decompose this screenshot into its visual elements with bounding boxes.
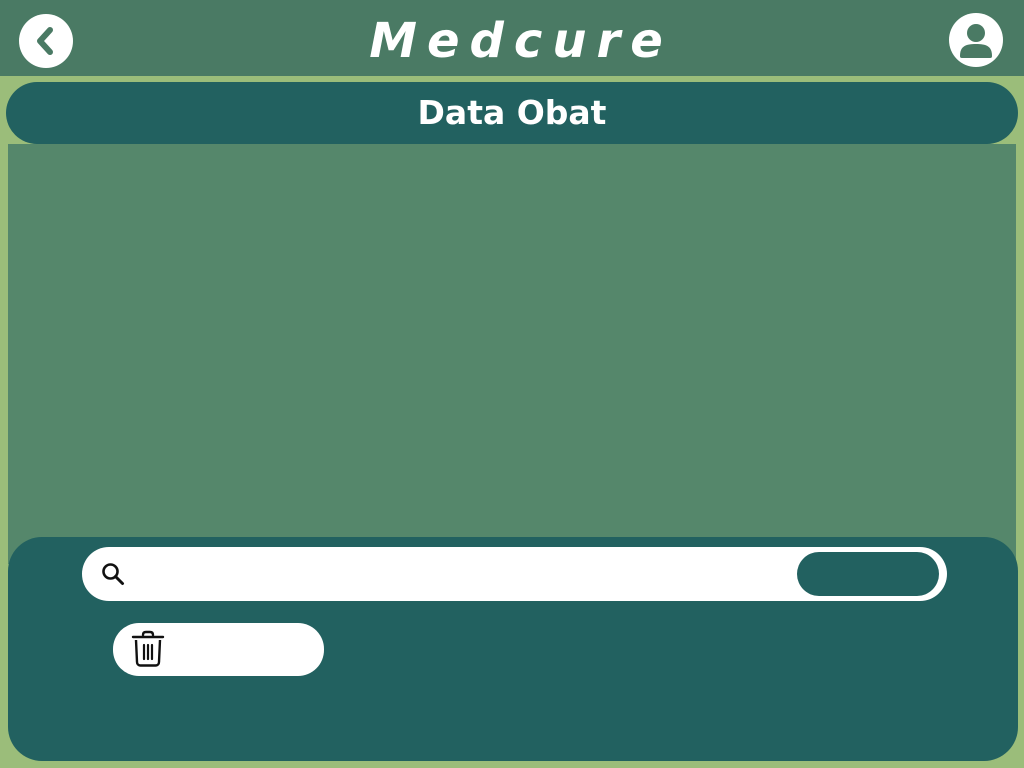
delete-button[interactable] — [113, 623, 324, 676]
search-button[interactable] — [797, 552, 939, 596]
data-list-area — [8, 144, 1016, 564]
top-bar: Medcure — [0, 0, 1024, 76]
app-screen: Medcure Data Obat — [0, 0, 1024, 768]
section-header: Data Obat — [6, 82, 1018, 144]
profile-button[interactable] — [949, 13, 1003, 67]
search-input[interactable] — [138, 554, 782, 596]
app-title: Medcure — [369, 13, 673, 69]
search-icon — [102, 563, 124, 585]
trash-icon — [131, 630, 165, 667]
user-icon — [960, 24, 992, 58]
section-title: Data Obat — [417, 93, 607, 132]
